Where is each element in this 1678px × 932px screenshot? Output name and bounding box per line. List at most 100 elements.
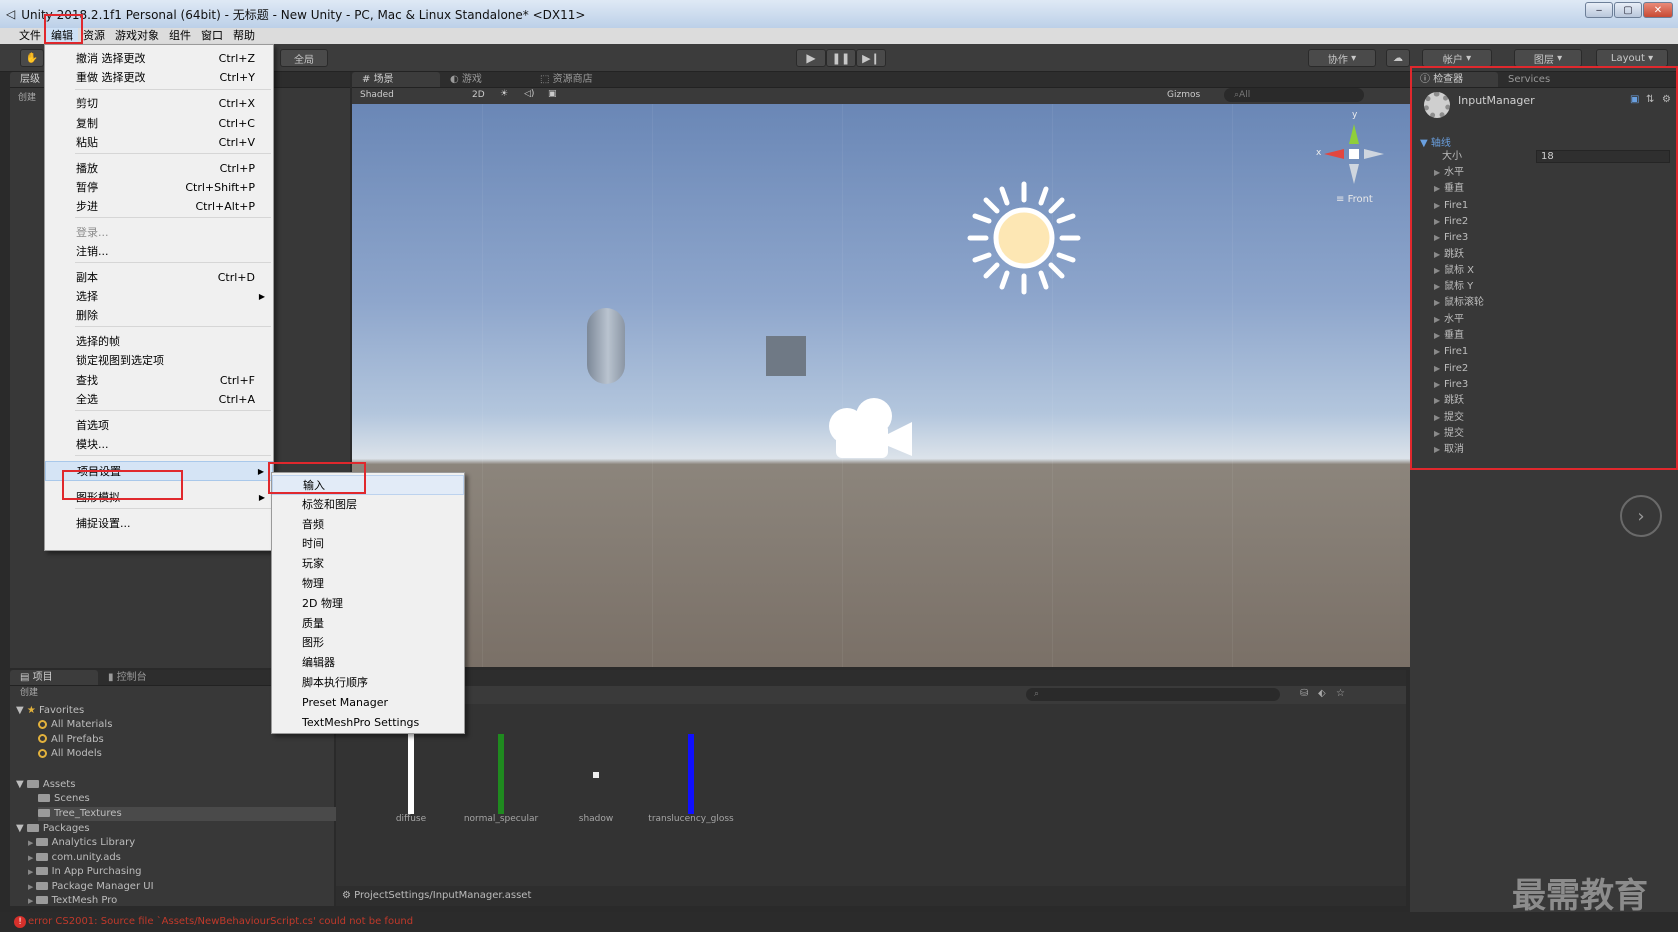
cloud-icon[interactable]: ☁ xyxy=(1386,49,1410,67)
project-tree-item[interactable]: All Materials xyxy=(38,718,112,732)
filter-type-icon[interactable]: ⛁ xyxy=(1300,688,1308,699)
capsule-object[interactable] xyxy=(587,308,625,384)
cube-object[interactable] xyxy=(766,336,806,376)
view-mode-label[interactable]: ≡ Front xyxy=(1336,194,1373,205)
status-bar[interactable]: ! error CS2001: Source file `Assets/NewB… xyxy=(0,912,1678,932)
tab-asset-store[interactable]: ⬚ 资源商店 xyxy=(530,72,603,87)
tab-project[interactable]: ▤ 项目 xyxy=(10,670,98,685)
edit-menu-item-find[interactable]: 查找 Ctrl+F xyxy=(45,371,273,391)
submenu-item-time[interactable]: 时间 xyxy=(272,534,464,554)
lighting-icon[interactable]: ☀ xyxy=(500,89,508,99)
camera-icon[interactable] xyxy=(822,394,922,464)
maximize-button[interactable]: ▢ xyxy=(1614,2,1642,18)
edit-menu-item-select[interactable]: 选择 ▶ xyxy=(45,287,273,307)
edit-menu-item-play[interactable]: 播放 Ctrl+P xyxy=(45,159,273,179)
submenu-item-script-execution-order[interactable]: 脚本执行顺序 xyxy=(272,673,464,693)
favorites-section[interactable]: ▼ ★ Favorites xyxy=(16,704,84,718)
project-tree-item[interactable]: All Models xyxy=(38,747,102,761)
submenu-item-editor[interactable]: 编辑器 xyxy=(272,653,464,673)
project-tree-item[interactable]: ▶ Analytics Library xyxy=(28,836,135,850)
edit-menu-item-snap-settings[interactable]: 捕捉设置... xyxy=(45,514,273,534)
layers-dropdown[interactable]: 图层 ▾ xyxy=(1514,49,1582,67)
collab-dropdown[interactable]: 协作 ▾ xyxy=(1308,49,1376,67)
edit-menu-item-lock-view[interactable]: 锁定视图到选定项 xyxy=(45,351,273,371)
close-button[interactable]: ✕ xyxy=(1643,2,1673,18)
edit-menu-item-copy[interactable]: 复制 Ctrl+C xyxy=(45,114,273,134)
edit-menu-item-pause[interactable]: 暂停 Ctrl+Shift+P xyxy=(45,178,273,198)
packages-section[interactable]: ▼ Packages xyxy=(16,822,90,836)
project-tree-item[interactable]: ▶ com.unity.ads xyxy=(28,851,121,865)
effects-icon[interactable]: ▣ xyxy=(548,89,557,99)
submenu-item-tags-layers[interactable]: 标签和图层 xyxy=(272,495,464,515)
folder-icon xyxy=(35,852,48,861)
menu-window[interactable]: 窗口 xyxy=(196,28,228,44)
search-filter-icon xyxy=(38,748,47,758)
submenu-item-audio[interactable]: 音频 xyxy=(272,515,464,535)
assets-section[interactable]: ▼ Assets xyxy=(16,778,75,792)
project-tree-item[interactable]: ▶ Package Manager UI xyxy=(28,880,154,894)
edit-menu-item-undo[interactable]: 撤消 选择更改 Ctrl+Z xyxy=(45,49,273,69)
project-tree-item[interactable]: Scenes xyxy=(38,792,90,806)
hand-tool-button[interactable]: ✋ xyxy=(20,49,44,67)
edit-menu-item-step[interactable]: 步进 Ctrl+Alt+P xyxy=(45,197,273,217)
edit-menu-item-delete[interactable]: 删除 xyxy=(45,306,273,326)
tab-console[interactable]: ▮ 控制台 xyxy=(98,670,157,685)
project-tree-item[interactable]: All Prefabs xyxy=(38,733,104,747)
submenu-item-player[interactable]: 玩家 xyxy=(272,554,464,574)
menu-file[interactable]: 文件 xyxy=(14,28,46,44)
edit-menu-item-duplicate[interactable]: 副本 Ctrl+D xyxy=(45,268,273,288)
tree-item-label: All Materials xyxy=(51,719,113,730)
layout-label: Layout xyxy=(1610,52,1645,64)
favorite-star-icon[interactable]: ☆ xyxy=(1336,688,1345,699)
project-tree-item[interactable]: Tree_Textures xyxy=(38,806,338,821)
submenu-item-textmeshpro-settings[interactable]: TextMeshPro Settings xyxy=(272,713,464,733)
tab-game[interactable]: ◐ 游戏 xyxy=(440,72,530,87)
account-dropdown[interactable]: 帐户 ▾ xyxy=(1422,49,1492,67)
audio-icon[interactable]: ◁) xyxy=(524,89,534,99)
folder-icon xyxy=(35,838,48,846)
texture-thumbnail[interactable] xyxy=(408,734,414,814)
edit-menu-item-sign-out[interactable]: 注销... xyxy=(45,242,273,262)
menu-component[interactable]: 组件 xyxy=(164,28,196,44)
menu-gameobject[interactable]: 游戏对象 xyxy=(110,28,164,44)
layout-dropdown[interactable]: Layout ▾ xyxy=(1596,49,1668,67)
submenu-item-quality[interactable]: 质量 xyxy=(272,614,464,634)
chevron-right-icon[interactable]: › xyxy=(1620,495,1662,537)
edit-menu-item-sign-in[interactable]: 登录... xyxy=(45,223,273,243)
filter-label-icon[interactable]: ⬖ xyxy=(1318,688,1326,699)
edit-menu-item-modules[interactable]: 模块... xyxy=(45,435,273,455)
minimize-button[interactable]: ‒ xyxy=(1585,2,1613,18)
edit-menu-item-frame-selected[interactable]: 选择的帧 xyxy=(45,332,273,352)
project-tree-item[interactable]: ▶ TextMesh Pro xyxy=(28,894,117,908)
shading-mode-dropdown[interactable]: Shaded xyxy=(360,90,394,100)
edit-menu-item-redo[interactable]: 重做 选择更改 Ctrl+Y xyxy=(45,68,273,88)
edit-menu-item-cut[interactable]: 剪切 Ctrl+X xyxy=(45,94,273,114)
gizmos-dropdown[interactable]: Gizmos xyxy=(1167,90,1200,100)
step-button[interactable]: ▶❙ xyxy=(856,49,886,67)
mode-2d-toggle[interactable]: 2D xyxy=(472,90,485,100)
scene-search-input[interactable]: ⌕All xyxy=(1224,88,1364,102)
project-tree-item[interactable]: ▶ In App Purchasing xyxy=(28,865,142,879)
global-toggle-button[interactable]: 全局 xyxy=(280,49,328,67)
texture-thumbnail[interactable] xyxy=(498,734,504,814)
texture-thumbnail[interactable] xyxy=(688,734,694,814)
menu-help[interactable]: 帮助 xyxy=(228,28,260,44)
directional-light-icon[interactable] xyxy=(966,180,1082,296)
submenu-item-physics[interactable]: 物理 xyxy=(272,574,464,594)
edit-menu-item-select-all[interactable]: 全选 Ctrl+A xyxy=(45,390,273,410)
assets-label: Assets xyxy=(42,779,76,790)
scene-view[interactable]: y x ≡ Front xyxy=(352,104,1410,667)
tab-scene[interactable]: # 场景 xyxy=(352,72,440,87)
edit-menu-item-paste[interactable]: 粘贴 Ctrl+V xyxy=(45,133,273,153)
folder-icon xyxy=(35,881,48,890)
play-button[interactable]: ▶ xyxy=(796,49,826,67)
asset-search-input[interactable]: ⌕ xyxy=(1026,688,1280,701)
submenu-item-graphics[interactable]: 图形 xyxy=(272,633,464,653)
foldout-arrow-icon: ▶ xyxy=(28,853,36,862)
edit-menu-item-preferences[interactable]: 首选项 xyxy=(45,416,273,436)
pause-button[interactable]: ❚❚ xyxy=(826,49,856,67)
submenu-item-preset-manager[interactable]: Preset Manager xyxy=(272,693,464,713)
texture-thumbnail[interactable] xyxy=(593,772,599,778)
submenu-item-physics-2d[interactable]: 2D 物理 xyxy=(272,594,464,614)
scene-orientation-gizmo[interactable] xyxy=(1316,114,1392,190)
